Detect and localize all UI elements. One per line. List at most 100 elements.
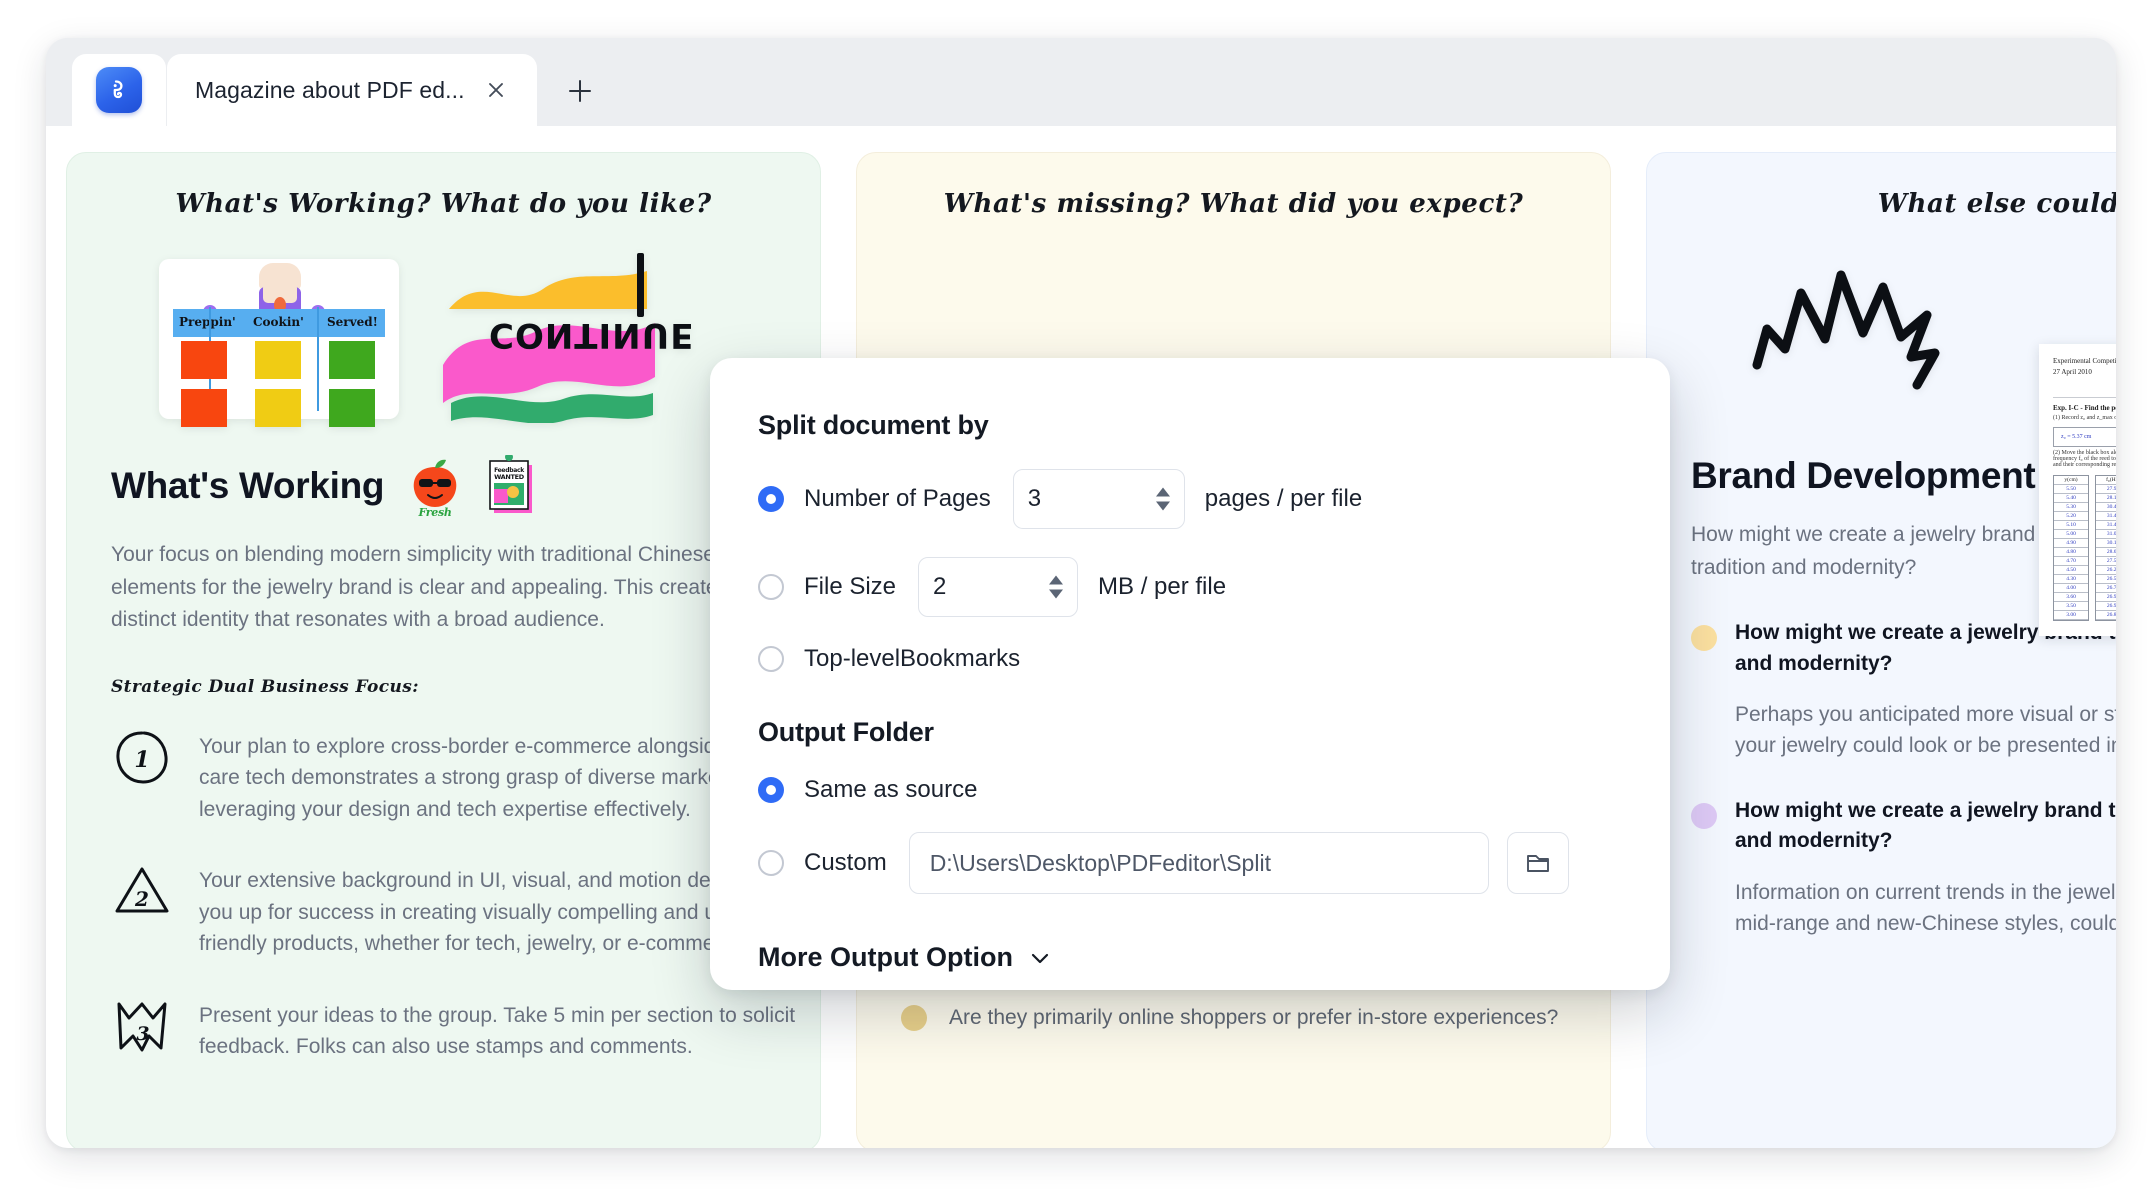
numbered-list: 1 Your plan to explore cross-border e-co… <box>111 727 795 1063</box>
doc-thumb-table-cell: 26.55 <box>2096 575 2116 584</box>
pages-stepper[interactable] <box>1012 469 1185 529</box>
doc-thumb-table-cell: 5.50 <box>2054 485 2088 494</box>
option-row-number-of-pages: Number of Pages pages / per file <box>758 469 1616 529</box>
radio-top-level-bookmarks[interactable] <box>758 646 784 672</box>
app-window: Magazine about PDF ed... What's Working?… <box>46 38 2116 1148</box>
card-whats-working: What's Working? What do you like? Preppi… <box>66 152 821 1148</box>
dialog-section-title-split: Split document by <box>758 410 989 440</box>
hand-circle-1-icon: 1 <box>111 727 173 789</box>
more-output-option-toggle[interactable]: More Output Option <box>758 942 1616 973</box>
app-logo-tab[interactable] <box>72 54 166 126</box>
question-head: How might we create a jewelry brand that… <box>1691 796 2116 857</box>
doc-thumb-table-cell: 26.75 <box>2096 584 2116 593</box>
label-file-size: File Size <box>804 573 897 600</box>
doc-thumb-table-cell: 5.40 <box>2054 494 2088 503</box>
title-badges: Fresh Feedback WANTED <box>406 453 540 519</box>
list-item-text: Present your ideas to the group. Take 5 … <box>199 1003 796 1059</box>
doc-thumb-table-cell: 4.30 <box>2054 575 2088 584</box>
doc-thumb-table-cell: 28.15 <box>2096 494 2116 503</box>
question-body: Perhaps you anticipated more visual or s… <box>1735 702 2116 758</box>
doc-thumb-boxed-value: z₀ = 5.37 cm <box>2053 426 2116 447</box>
split-document-dialog: Split document by Number of Pages pages … <box>710 358 1670 990</box>
radio-custom[interactable] <box>758 850 784 876</box>
card-what-else: What else could we Brand Development How… <box>1646 152 2116 1148</box>
plus-icon[interactable] <box>551 62 609 120</box>
sticker-label-0: Preppin' <box>179 315 236 329</box>
browse-folder-button[interactable] <box>1506 832 1569 894</box>
doc-thumb-table-header: y(cm) <box>2054 476 2088 485</box>
svg-text:1: 1 <box>134 747 149 773</box>
card-kicker: What's missing? What did you expect? <box>943 189 1524 219</box>
doc-thumb-table-cell: 4.50 <box>2054 566 2088 575</box>
doc-thumb-table-col-2: f₀(Hz)27.9528.1530.4531.4031.4531.0030.1… <box>2095 474 2116 621</box>
doc-thumb-table-cell: 30.45 <box>2096 503 2116 512</box>
doc-thumb-table-cell: 27.95 <box>2096 485 2116 494</box>
list-item-text: Your plan to explore cross-border e-comm… <box>199 734 780 821</box>
doc-thumb-table-cell: 27.55 <box>2096 557 2116 566</box>
doc-thumb-table-cell: 4.90 <box>2054 539 2088 548</box>
doc-thumb-table-cell: 28.60 <box>2096 548 2116 557</box>
card-kicker: What else could we <box>1877 189 2116 219</box>
doc-thumb-table-col-1: y(cm) 5.50 5.40 5.30 5.20 5.10 5.00 4.90 4.80 4.7… <box>2053 474 2089 621</box>
document-tab[interactable]: Magazine about PDF ed... <box>167 54 537 126</box>
chevron-up-icon[interactable] <box>1049 575 1064 585</box>
bullet-row: Are they primarily online shoppers or pr… <box>901 1005 1558 1031</box>
label-same-as-source: Same as source <box>804 776 978 803</box>
doc-thumb-table-cell: 26.90 <box>2096 602 2116 611</box>
file-size-input[interactable] <box>933 573 1064 601</box>
pages-input[interactable] <box>1027 485 1170 513</box>
svg-text:WANTED: WANTED <box>494 473 525 481</box>
doc-thumb-table-cell: 4.70 <box>2054 557 2088 566</box>
doc-thumb-header-right: SO <box>2053 377 2116 388</box>
tab-strip: Magazine about PDF ed... <box>46 38 2116 126</box>
doc-thumb-table-cell: 5.10 <box>2054 521 2088 530</box>
pdf-app-logo-icon <box>96 67 142 113</box>
page-title: What's Working <box>111 465 385 506</box>
doc-thumb-para-1: (1) Record z₀ and z_max on the answer sh <box>2053 414 2116 421</box>
svg-text:2: 2 <box>134 887 149 911</box>
document-thumbnail[interactable]: Experimental Competition 27 April 2010 S… <box>2039 344 2116 636</box>
folder-icon <box>1526 855 1549 872</box>
bullet-dot <box>901 1005 927 1031</box>
doc-thumb-header-1: Experimental Competition <box>2053 357 2116 365</box>
fresh-apple-badge-icon: Fresh <box>406 455 464 519</box>
sticker-label-2: Served! <box>327 315 378 329</box>
radio-same-as-source[interactable] <box>758 777 784 803</box>
output-path-field[interactable] <box>908 832 1489 894</box>
bullet-dot <box>1691 625 1717 652</box>
chevron-down-icon[interactable] <box>1155 501 1170 511</box>
list-item: 2 Your extensive background in UI, visua… <box>111 861 794 960</box>
option-row-custom-folder: Custom <box>758 832 1616 894</box>
pages-spinner[interactable] <box>1155 487 1170 511</box>
list-item-text: Your extensive background in UI, visual,… <box>199 869 794 956</box>
dialog-section-title-output: Output Folder <box>758 717 934 747</box>
doc-thumb-table-cell: 5.20 <box>2054 512 2088 521</box>
screenshot-root: Magazine about PDF ed... What's Working?… <box>0 0 2156 1200</box>
unit-file-size: MB / per file <box>1098 573 1227 600</box>
label-number-of-pages: Number of Pages <box>804 485 991 512</box>
doc-thumb-table-cell: 4.80 <box>2054 548 2088 557</box>
question-body: Information on current trends in the jew… <box>1735 880 2116 936</box>
file-size-spinner[interactable] <box>1049 575 1064 599</box>
hand-star-3-icon: 3 <box>111 996 173 1058</box>
list-item: 1 Your plan to explore cross-border e-co… <box>111 727 780 826</box>
sticker-label-1: Cookin' <box>253 315 304 329</box>
chevron-down-icon[interactable] <box>1027 945 1053 971</box>
radio-number-of-pages[interactable] <box>758 486 784 512</box>
doc-thumb-table-cell: 26.90 <box>2096 593 2116 602</box>
doc-thumb-header-2: 27 April 2010 <box>2053 367 2092 376</box>
doc-thumb-table-cell: 26.85 <box>2096 611 2116 620</box>
svg-text:Fresh: Fresh <box>418 506 452 517</box>
radio-file-size[interactable] <box>758 574 784 600</box>
output-path-input[interactable] <box>929 849 1468 877</box>
doc-thumb-table-cell: 31.45 <box>2096 521 2116 530</box>
doc-thumb-table-cell: 31.40 <box>2096 512 2116 521</box>
sticker-word: CONTINUE <box>489 315 695 355</box>
chevron-down-icon[interactable] <box>1049 589 1064 599</box>
hand-triangle-2-icon: 2 <box>111 861 173 923</box>
close-icon[interactable] <box>481 75 511 105</box>
doc-thumb-table-cell: 4.00 <box>2054 584 2088 593</box>
file-size-stepper[interactable] <box>918 557 1079 617</box>
chevron-up-icon[interactable] <box>1155 487 1170 497</box>
bullet-dot <box>1691 802 1717 829</box>
